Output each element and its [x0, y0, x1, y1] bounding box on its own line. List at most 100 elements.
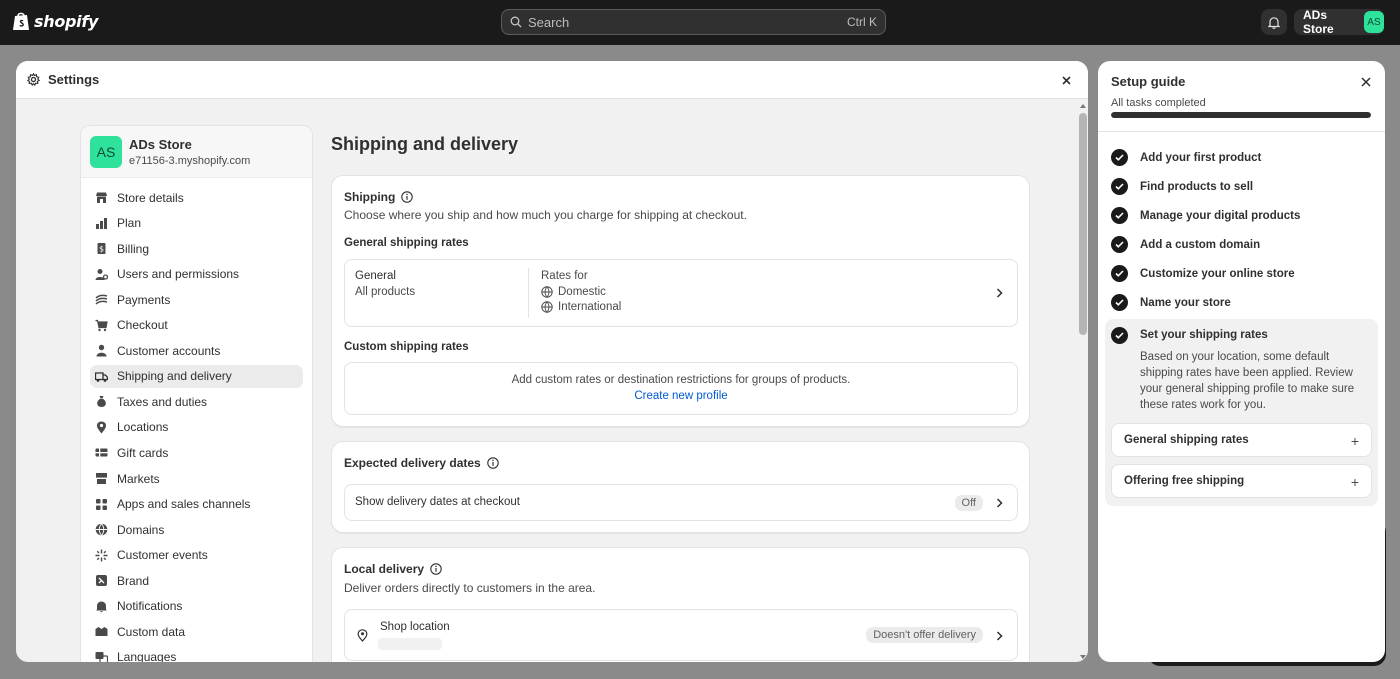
info-icon[interactable] [401, 191, 414, 203]
sidebar-item-brand[interactable]: Brand [90, 569, 303, 592]
scrollbar-thumb[interactable] [1079, 113, 1087, 335]
shop-location-row[interactable]: Shop location Doesn't offer delivery [344, 609, 1018, 661]
task-customize-store[interactable]: Customize your online store [1105, 259, 1378, 288]
task-shipping-rates-expanded: Set your shipping rates Based on your lo… [1105, 319, 1378, 506]
settings-scrollbar[interactable] [1078, 101, 1088, 662]
sidebar-item-store-details[interactable]: Store details [90, 186, 303, 209]
expected-delivery-card: Expected delivery dates Show delivery da… [331, 441, 1030, 533]
settings-modal: Settings AS ADs Store e71156-3.myshopify… [16, 61, 1088, 662]
sidebar-item-payments[interactable]: Payments [90, 288, 303, 311]
store-menu-button[interactable]: ADs Store AS [1294, 8, 1384, 36]
info-icon[interactable] [486, 457, 499, 469]
local-delivery-description: Deliver orders directly to customers in … [344, 581, 596, 595]
scroll-up-arrow-icon[interactable] [1080, 104, 1086, 108]
accordion-free-shipping[interactable]: Offering free shipping + [1111, 464, 1372, 498]
sidebar-item-label: Shipping and delivery [117, 369, 232, 384]
gear-icon [27, 73, 40, 86]
sidebar-item-label: Gift cards [117, 445, 169, 460]
checkmark-circle-icon [1111, 265, 1128, 282]
shipping-description: Choose where you ship and how much you c… [344, 208, 747, 222]
store-card[interactable]: AS ADs Store e71156-3.myshopify.com [81, 126, 312, 178]
sidebar-item-customer-accounts[interactable]: Customer accounts [90, 339, 303, 362]
sidebar-item-locations[interactable]: Locations [90, 416, 303, 439]
sidebar-item-label: Locations [117, 420, 169, 435]
general-profile-row[interactable]: General All products Rates for Domestic … [344, 259, 1018, 327]
task-description: Based on your location, some default shi… [1140, 351, 1355, 411]
sidebar-item-gift-cards[interactable]: Gift cards [90, 441, 303, 464]
accordion-label: Offering free shipping [1124, 475, 1245, 487]
store-avatar-large: AS [90, 135, 122, 168]
zone-label: International [558, 301, 622, 313]
language-icon [95, 651, 108, 662]
status-badge: Off [954, 495, 983, 511]
task-custom-domain[interactable]: Add a custom domain [1105, 230, 1378, 259]
store-icon [95, 191, 108, 204]
accordion-general-shipping-rates[interactable]: General shipping rates + [1111, 423, 1372, 457]
task-digital-products[interactable]: Manage your digital products [1105, 201, 1378, 230]
setup-guide-close-button[interactable] [1361, 75, 1371, 90]
payments-icon [95, 293, 108, 306]
profile-scope: All products [355, 286, 416, 298]
search-bar[interactable]: Ctrl K [501, 9, 886, 35]
sidebar-item-notifications[interactable]: Notifications [90, 595, 303, 618]
sidebar-item-domains[interactable]: Domains [90, 518, 303, 541]
close-icon [1061, 75, 1071, 85]
chevron-right-icon [996, 631, 1003, 641]
shopify-bag-icon [13, 12, 29, 30]
store-menu-label: ADs Store [1303, 8, 1334, 36]
sidebar-item-plan[interactable]: Plan [90, 212, 303, 235]
create-new-profile-link[interactable]: Create new profile [345, 390, 1017, 402]
shipping-card-header: Shipping [344, 190, 414, 204]
search-icon [510, 16, 522, 28]
settings-close-button[interactable] [1058, 72, 1074, 88]
markets-icon [95, 472, 108, 485]
sidebar-item-taxes[interactable]: Taxes and duties [90, 390, 303, 413]
info-icon[interactable] [430, 563, 442, 575]
globe-icon [541, 286, 553, 298]
bell-icon [1268, 16, 1280, 29]
custom-rates-box: Add custom rates or destination restrict… [344, 362, 1018, 415]
top-bar: shopify Ctrl K ADs Store AS [0, 0, 1400, 45]
setup-guide-status: All tasks completed [1111, 97, 1206, 109]
zone-international: International [541, 301, 621, 313]
location-pin-icon [95, 421, 108, 434]
sidebar-item-languages[interactable]: Languages [90, 646, 303, 662]
settings-sidebar: AS ADs Store e71156-3.myshopify.com Stor… [80, 125, 313, 662]
sidebar-item-label: Markets [117, 471, 160, 486]
settings-title: Settings [48, 72, 100, 87]
sidebar-item-markets[interactable]: Markets [90, 467, 303, 490]
checkmark-circle-icon [1111, 149, 1128, 166]
sidebar-item-label: Plan [117, 216, 142, 231]
plus-icon: + [1350, 433, 1359, 449]
sidebar-item-apps[interactable]: Apps and sales channels [90, 493, 303, 516]
sidebar-item-users[interactable]: Users and permissions [90, 263, 303, 286]
task-name-store[interactable]: Name your store [1105, 288, 1378, 317]
task-add-first-product[interactable]: Add your first product [1105, 143, 1378, 172]
sidebar-item-label: Brand [117, 573, 150, 588]
truck-icon [95, 370, 108, 383]
checkmark-circle-icon [1111, 236, 1128, 253]
sidebar-item-label: Languages [117, 650, 177, 662]
task-label: Find products to sell [1140, 180, 1254, 193]
task-set-shipping-rates[interactable]: Set your shipping rates [1105, 319, 1378, 347]
notifications-button[interactable] [1261, 9, 1287, 35]
sidebar-item-custom-data[interactable]: Custom data [90, 620, 303, 643]
profile-name: General [355, 270, 396, 282]
person-icon [95, 344, 108, 357]
sidebar-item-billing[interactable]: $ Billing [90, 237, 303, 260]
store-domain: e71156-3.myshopify.com [129, 154, 251, 167]
checkmark-circle-icon [1111, 326, 1128, 344]
shopify-logo[interactable]: shopify [12, 11, 98, 31]
sidebar-item-shipping[interactable]: Shipping and delivery [90, 364, 303, 388]
sidebar-item-customer-events[interactable]: Customer events [90, 544, 303, 567]
search-input[interactable] [528, 14, 847, 30]
scroll-down-arrow-icon[interactable] [1080, 655, 1086, 659]
task-label: Name your store [1140, 296, 1231, 309]
local-delivery-header: Local delivery [344, 562, 442, 576]
data-icon [95, 625, 108, 638]
delivery-dates-row[interactable]: Show delivery dates at checkout Off [344, 484, 1018, 521]
sidebar-item-checkout[interactable]: Checkout [90, 314, 303, 337]
task-find-products[interactable]: Find products to sell [1105, 172, 1378, 201]
apps-icon [95, 498, 108, 511]
sparkle-icon [95, 549, 108, 562]
